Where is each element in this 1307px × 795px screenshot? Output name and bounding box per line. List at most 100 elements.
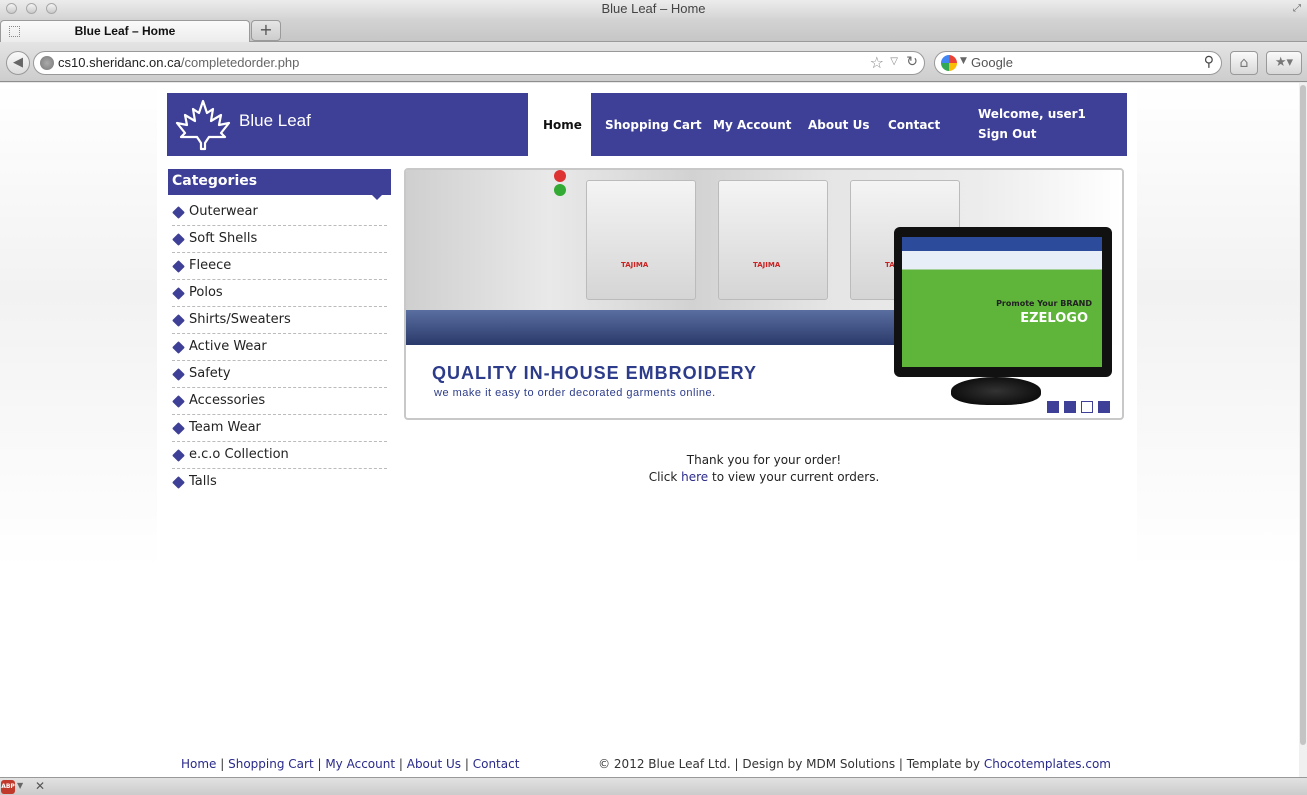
search-input[interactable]: Google xyxy=(971,55,1013,70)
category-label: Talls xyxy=(189,474,217,489)
history-dropdown-icon[interactable]: ▽ xyxy=(890,56,898,67)
banner-headline: QUALITY IN-HOUSE EMBROIDERY xyxy=(432,363,758,383)
tag-icon xyxy=(172,341,185,354)
category-item[interactable]: Outerwear xyxy=(172,199,387,226)
view-orders-line: Click here to view your current orders. xyxy=(648,470,880,484)
category-item[interactable]: Active Wear xyxy=(172,334,387,361)
slide-dot[interactable] xyxy=(1064,401,1076,413)
category-item[interactable]: Team Wear xyxy=(172,415,387,442)
adblock-dropdown-icon[interactable]: ▼ xyxy=(17,781,23,790)
sign-out-link[interactable]: Sign Out xyxy=(978,127,1037,141)
promo-banner[interactable]: TAJIMA TAJIMA TAJIMA QUALITY IN-HOUSE EM… xyxy=(404,168,1124,420)
search-bar[interactable]: ▼ Google ⚲ xyxy=(934,51,1222,75)
thank-you-text: Thank you for your order! xyxy=(686,453,842,467)
category-item[interactable]: Accessories xyxy=(172,388,387,415)
maple-leaf-icon xyxy=(175,99,231,151)
scrollbar-thumb[interactable] xyxy=(1300,85,1306,745)
tag-icon xyxy=(172,422,185,435)
monitor-screen: Promote Your BRAND EZELOGO xyxy=(902,237,1102,367)
page-viewport: Blue Leaf Home Shopping Cart My Account … xyxy=(0,83,1299,777)
order-confirmation: Thank you for your order! Click here to … xyxy=(404,452,1124,486)
footer-nav: Home | Shopping Cart | My Account | Abou… xyxy=(181,757,519,771)
footer-link-home[interactable]: Home xyxy=(181,757,216,771)
close-icon[interactable]: ✕ xyxy=(35,779,45,793)
embroidery-machine: TAJIMA xyxy=(586,180,696,300)
category-item[interactable]: Talls xyxy=(172,469,387,496)
google-icon[interactable] xyxy=(941,55,957,71)
category-label: e.c.o Collection xyxy=(189,447,289,462)
category-item[interactable]: e.c.o Collection xyxy=(172,442,387,469)
status-bar: ABP ▼ ✕ xyxy=(0,777,1307,795)
fullscreen-icon[interactable]: ⤢ xyxy=(1293,3,1301,14)
monitor-header-bar xyxy=(902,237,1102,251)
address-bar[interactable]: cs10.sheridanc.on.ca/completedorder.php … xyxy=(33,51,925,75)
red-lamp xyxy=(554,170,566,182)
category-label: Team Wear xyxy=(189,420,261,435)
category-list: Outerwear Soft Shells Fleece Polos Shirts/Sw… xyxy=(172,199,387,496)
slide-dot[interactable] xyxy=(1081,401,1093,413)
category-label: Outerwear xyxy=(189,204,258,219)
tag-icon xyxy=(172,206,185,219)
footer-separator: | xyxy=(461,757,473,771)
main-nav: Shopping Cart My Account About Us Contac… xyxy=(591,93,1127,156)
welcome-text: Welcome, user1 xyxy=(978,107,1086,121)
url-text[interactable]: cs10.sheridanc.on.ca/completedorder.php xyxy=(58,55,299,70)
footer-link-about-us[interactable]: About Us xyxy=(407,757,461,771)
adblock-icon[interactable]: ABP xyxy=(1,780,15,794)
category-label: Fleece xyxy=(189,258,232,273)
tag-icon xyxy=(172,314,185,327)
nav-home[interactable]: Home xyxy=(543,118,582,132)
tag-icon xyxy=(172,233,185,246)
vertical-scrollbar[interactable] xyxy=(1299,83,1307,777)
tag-icon xyxy=(172,287,185,300)
category-item[interactable]: Polos xyxy=(172,280,387,307)
site-logo[interactable]: Blue Leaf xyxy=(167,93,528,156)
page-container: Blue Leaf Home Shopping Cart My Account … xyxy=(157,83,1137,777)
slide-dot[interactable] xyxy=(1098,401,1110,413)
home-button[interactable]: ⌂ xyxy=(1230,51,1258,75)
monitor-stand xyxy=(951,377,1041,405)
footer-link-contact[interactable]: Contact xyxy=(473,757,520,771)
tag-icon xyxy=(172,476,185,489)
nav-shopping-cart[interactable]: Shopping Cart xyxy=(605,118,702,132)
tab-blue-leaf-home[interactable]: Blue Leaf – Home xyxy=(0,20,250,42)
back-button[interactable]: ◀ xyxy=(6,51,30,75)
footer-link-my-account[interactable]: My Account xyxy=(325,757,395,771)
slide-dot[interactable] xyxy=(1047,401,1059,413)
category-label: Active Wear xyxy=(189,339,267,354)
tag-icon xyxy=(172,368,185,381)
category-item[interactable]: Safety xyxy=(172,361,387,388)
search-icon[interactable]: ⚲ xyxy=(1204,54,1214,70)
browser-toolbar: ◀ cs10.sheridanc.on.ca/completedorder.ph… xyxy=(0,42,1307,82)
site-title: Blue Leaf xyxy=(239,111,311,130)
nav-about-us[interactable]: About Us xyxy=(808,118,869,132)
footer-separator: | xyxy=(216,757,229,771)
category-label: Polos xyxy=(189,285,223,300)
footer-link-shopping-cart[interactable]: Shopping Cart xyxy=(228,757,314,771)
monitor-image: Promote Your BRAND EZELOGO xyxy=(894,227,1112,377)
chocotemplates-link[interactable]: Chocotemplates.com xyxy=(984,757,1111,771)
tab-bar: Blue Leaf – Home + xyxy=(0,18,1307,42)
search-engine-dropdown-icon[interactable]: ▼ xyxy=(960,56,967,66)
categories-heading: Categories xyxy=(168,169,391,195)
category-label: Safety xyxy=(189,366,231,381)
fabric-tray xyxy=(406,310,906,345)
view-orders-link[interactable]: here xyxy=(681,470,708,484)
bookmarks-button[interactable]: ★▾ xyxy=(1266,51,1302,75)
new-tab-button[interactable]: + xyxy=(251,20,281,41)
monitor-logo-text: EZELOGO xyxy=(1020,311,1088,326)
monitor-brand-text: Promote Your BRAND xyxy=(996,299,1092,308)
nav-my-account[interactable]: My Account xyxy=(713,118,792,132)
category-item[interactable]: Fleece xyxy=(172,253,387,280)
tag-icon xyxy=(172,449,185,462)
globe-icon xyxy=(40,56,54,70)
reload-icon[interactable]: ↻ xyxy=(906,54,918,70)
category-item[interactable]: Soft Shells xyxy=(172,226,387,253)
footer-separator: | xyxy=(395,757,407,771)
tab-label: Blue Leaf – Home xyxy=(74,24,176,38)
nav-contact[interactable]: Contact xyxy=(888,118,940,132)
bookmark-star-icon[interactable]: ☆ xyxy=(870,53,884,72)
category-item[interactable]: Shirts/Sweaters xyxy=(172,307,387,334)
tag-icon xyxy=(172,395,185,408)
slider-pagination xyxy=(1047,398,1115,417)
